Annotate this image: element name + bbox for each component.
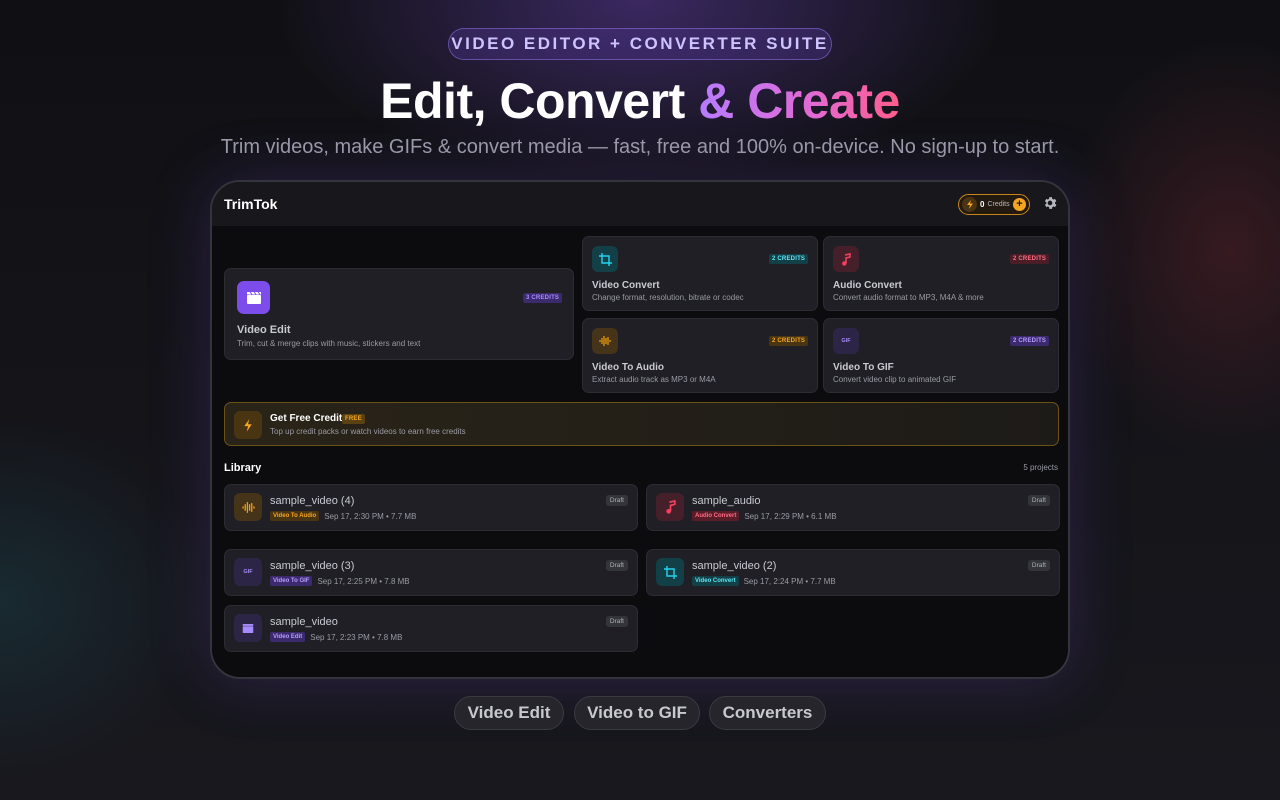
tool-desc: Convert audio format to MP3, M4A & more xyxy=(833,293,984,302)
status-badge: Draft xyxy=(605,495,628,506)
tool-title: Audio Convert xyxy=(833,280,902,291)
tool-card-video-to-gif[interactable]: GIF 2 CREDITS Video To GIF Convert video… xyxy=(823,318,1059,393)
status-badge: Draft xyxy=(1027,560,1050,571)
device-frame: TrimTok 0 Credits + 3 CREDITS Video Edit… xyxy=(210,180,1070,679)
tool-card-video-convert[interactable]: 2 CREDITS Video Convert Change format, r… xyxy=(582,236,818,311)
library-item-tag: Video To GIF xyxy=(270,576,313,586)
music-note-icon xyxy=(833,246,859,272)
nav-pill-video-edit[interactable]: Video Edit xyxy=(454,696,564,730)
library-item-meta: Video To Audio Sep 17, 2:30 PM • 7.7 MB xyxy=(270,511,416,521)
library-item-meta: Audio Convert Sep 17, 2:29 PM • 6.1 MB xyxy=(692,511,837,521)
credits-pill[interactable]: 0 Credits + xyxy=(958,194,1030,215)
status-badge: Draft xyxy=(605,616,628,627)
library-item[interactable]: sample_audio Audio Convert Sep 17, 2:29 … xyxy=(646,484,1060,531)
app-header: TrimTok 0 Credits + xyxy=(212,182,1068,226)
library-item-date: Sep 17, 2:24 PM • 7.7 MB xyxy=(743,576,836,586)
status-badge: Draft xyxy=(1027,495,1050,506)
gif-icon: GIF xyxy=(833,328,859,354)
library-item-name: sample_video (4) xyxy=(270,495,355,507)
library-item[interactable]: sample_video (4) Video To Audio Sep 17, … xyxy=(224,484,638,531)
tool-title: Video To Audio xyxy=(592,362,665,373)
library-item-date: Sep 17, 2:23 PM • 7.8 MB xyxy=(310,632,403,642)
library-item-date: Sep 17, 2:25 PM • 7.8 MB xyxy=(317,576,410,586)
credits-badge: 2 CREDITS xyxy=(769,254,809,264)
library-title: Library xyxy=(224,462,262,474)
crop-icon xyxy=(656,558,684,586)
credits-label: Credits xyxy=(987,201,1010,208)
app-brand: TrimTok xyxy=(224,196,278,212)
library-item-name: sample_video xyxy=(270,616,338,628)
free-credits-title: Get Free Credits xyxy=(270,413,348,424)
waveform-icon xyxy=(592,328,618,354)
tool-title: Video Convert xyxy=(592,280,660,291)
hero-title-accent: & Create xyxy=(698,73,900,129)
library-item-tag: Video To Audio xyxy=(270,511,320,521)
library-item-meta: Video Convert Sep 17, 2:24 PM • 7.7 MB xyxy=(692,576,836,586)
tool-card-video-edit[interactable]: 3 CREDITS Video Edit Trim, cut & merge c… xyxy=(224,268,574,360)
library-item-name: sample_audio xyxy=(692,495,761,507)
music-note-icon xyxy=(656,493,684,521)
credits-count: 0 xyxy=(980,200,985,209)
gear-icon[interactable] xyxy=(1042,195,1058,211)
library-item-tag: Video Convert xyxy=(692,576,739,586)
lightning-icon xyxy=(962,197,977,212)
library-item-meta: Video Edit Sep 17, 2:23 PM • 7.8 MB xyxy=(270,632,402,642)
library-item-date: Sep 17, 2:29 PM • 6.1 MB xyxy=(744,511,837,521)
tool-desc: Trim, cut & merge clips with music, stic… xyxy=(237,339,421,348)
waveform-icon xyxy=(234,493,262,521)
clapperboard-icon xyxy=(234,614,262,642)
tool-card-video-to-audio[interactable]: 2 CREDITS Video To Audio Extract audio t… xyxy=(582,318,818,393)
plus-icon[interactable]: + xyxy=(1013,198,1026,211)
free-badge: FREE xyxy=(342,414,365,424)
tool-desc: Extract audio track as MP3 or M4A xyxy=(592,375,716,384)
tool-desc: Convert video clip to animated GIF xyxy=(833,375,957,384)
library-item[interactable]: sample_video Video Edit Sep 17, 2:23 PM … xyxy=(224,605,638,652)
gif-icon: GIF xyxy=(234,558,262,586)
credits-badge: 2 CREDITS xyxy=(1010,336,1050,346)
free-credits-desc: Top up credit packs or watch videos to e… xyxy=(270,427,466,436)
status-badge: Draft xyxy=(605,560,628,571)
hero-subtitle: Trim videos, make GIFs & convert media —… xyxy=(220,136,1060,158)
hero-badge: VIDEO EDITOR + CONVERTER SUITE xyxy=(448,28,832,60)
credits-badge: 3 CREDITS xyxy=(523,293,563,303)
hero-title: Edit, Convert & Create xyxy=(0,72,1280,130)
library-item-name: sample_video (2) xyxy=(692,560,777,572)
nav-pill-video-to-gif[interactable]: Video to GIF xyxy=(574,696,700,730)
library-item-date: Sep 17, 2:30 PM • 7.7 MB xyxy=(324,511,417,521)
library-count: 5 projects xyxy=(1023,463,1058,472)
tool-title: Video Edit xyxy=(237,324,291,336)
hero-title-main: Edit, Convert xyxy=(380,73,699,129)
library-item[interactable]: GIF sample_video (3) Video To GIF Sep 17… xyxy=(224,549,638,596)
clapperboard-icon xyxy=(237,281,270,314)
crop-icon xyxy=(592,246,618,272)
library-item[interactable]: sample_video (2) Video Convert Sep 17, 2… xyxy=(646,549,1060,596)
gif-icon-text: GIF xyxy=(243,569,253,575)
gif-icon-text: GIF xyxy=(841,338,851,344)
free-credits-banner[interactable]: Get Free Credits FREE Top up credit pack… xyxy=(224,402,1059,446)
tool-card-audio-convert[interactable]: 2 CREDITS Audio Convert Convert audio fo… xyxy=(823,236,1059,311)
nav-pill-converters[interactable]: Converters xyxy=(709,696,826,730)
library-item-tag: Audio Convert xyxy=(692,511,740,521)
credits-badge: 2 CREDITS xyxy=(769,336,809,346)
library-item-name: sample_video (3) xyxy=(270,560,355,572)
library-item-meta: Video To GIF Sep 17, 2:25 PM • 7.8 MB xyxy=(270,576,410,586)
tool-title: Video To GIF xyxy=(833,362,894,373)
library-item-tag: Video Edit xyxy=(270,632,306,642)
tool-desc: Change format, resolution, bitrate or co… xyxy=(592,293,744,302)
lightning-icon xyxy=(234,411,262,439)
credits-badge: 2 CREDITS xyxy=(1010,254,1050,264)
